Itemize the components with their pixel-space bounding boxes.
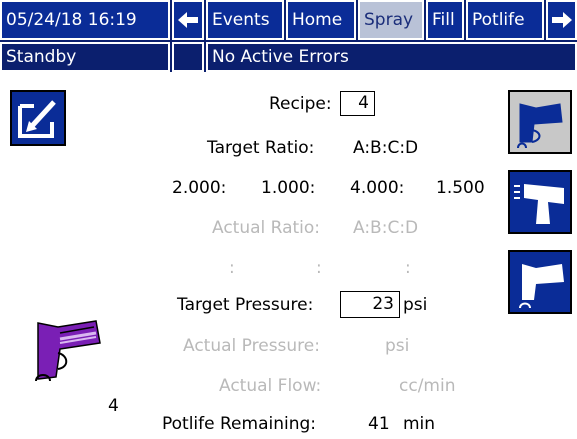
recipe-field[interactable]: 4	[340, 91, 375, 116]
potlife-unit: min	[403, 414, 436, 434]
error-status: No Active Errors	[206, 42, 577, 72]
tab-home[interactable]: Home	[286, 0, 356, 40]
status-indicator	[172, 42, 204, 72]
potlife-value: 41	[368, 414, 390, 434]
actual-ratio-value: A:B:C:D	[353, 218, 419, 238]
actual-flow-label: Actual Flow:	[219, 376, 322, 396]
gun-mode-button-3[interactable]	[508, 250, 572, 314]
tab-potlife[interactable]: Potlife	[466, 0, 544, 40]
target-pressure-field[interactable]: 23	[340, 291, 400, 318]
actual-ratio-sep-c: :	[405, 258, 411, 278]
spray-gun-alt-icon	[519, 264, 564, 309]
spray-gun-icon	[517, 103, 563, 149]
spray-gun-purple-icon	[35, 320, 101, 382]
ratio-value-d: 1.500	[436, 178, 485, 198]
target-pressure-unit: psi	[403, 295, 428, 315]
actual-ratio-sep-a: :	[229, 258, 235, 278]
ratio-value-c: 4.000:	[350, 178, 405, 198]
actual-flow-unit: cc/min	[399, 376, 456, 396]
ratio-value-a: 2.000:	[172, 178, 227, 198]
edit-icon	[18, 100, 56, 138]
target-pressure-label: Target Pressure:	[177, 295, 314, 315]
datetime-display: 05/24/18 16:19	[0, 0, 170, 40]
target-ratio-value: A:B:C:D	[353, 138, 419, 158]
target-pressure-value: 23	[372, 294, 394, 314]
tab-events[interactable]: Events	[206, 0, 284, 40]
tab-spray[interactable]: Spray	[358, 0, 424, 40]
nav-left-button[interactable]	[172, 0, 204, 40]
ratio-value-b: 1.000:	[261, 178, 316, 198]
actual-ratio-label: Actual Ratio:	[212, 218, 321, 238]
recipe-label: Recipe:	[269, 94, 332, 114]
actual-pressure-label: Actual Pressure:	[183, 336, 320, 356]
tab-fill[interactable]: Fill	[426, 0, 464, 40]
actual-ratio-sep-b: :	[316, 258, 322, 278]
arrow-right-icon	[551, 12, 572, 28]
gun-number: 4	[108, 396, 119, 416]
gun-mode-button-2[interactable]	[508, 170, 572, 234]
potlife-label: Potlife Remaining:	[162, 414, 317, 434]
nav-right-button[interactable]	[546, 0, 577, 40]
spray-gun-trigger-icon	[514, 184, 564, 224]
system-status: Standby	[0, 42, 170, 72]
edit-button[interactable]	[10, 90, 66, 146]
arrow-left-icon	[178, 12, 198, 28]
actual-pressure-unit: psi	[385, 336, 410, 356]
target-ratio-label: Target Ratio:	[207, 138, 315, 158]
recipe-value: 4	[358, 93, 369, 113]
gun-mode-button-1[interactable]	[508, 90, 572, 154]
